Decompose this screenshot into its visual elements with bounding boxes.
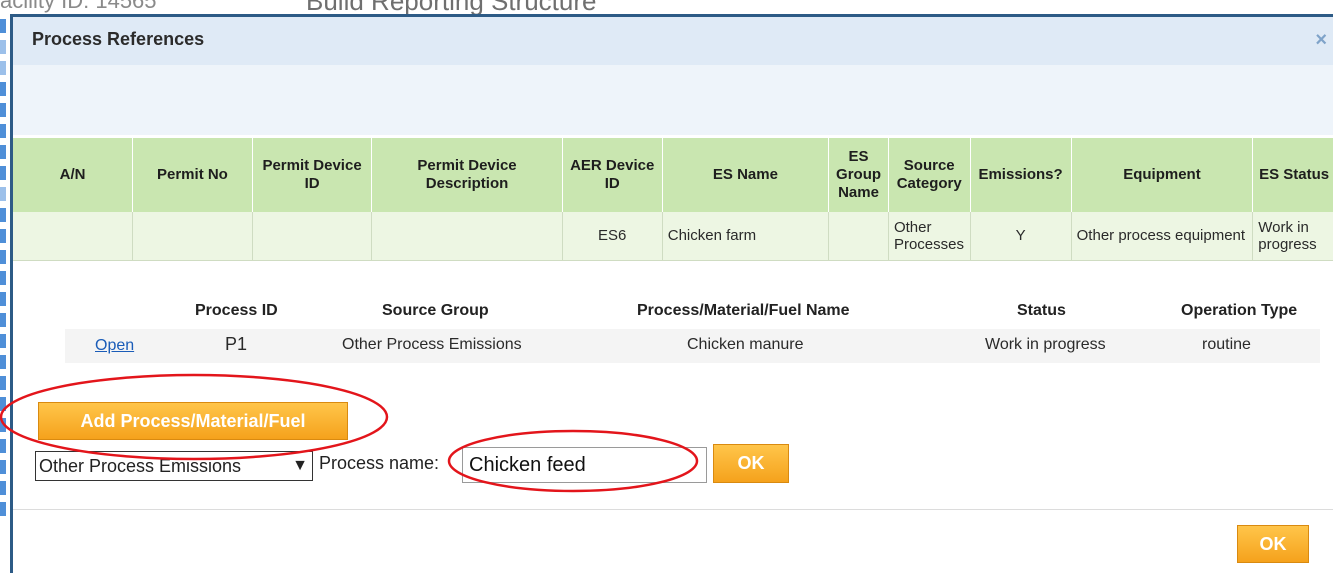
table-cell: ES6 <box>562 212 663 261</box>
process-status: Work in progress <box>985 336 1106 353</box>
column-header: Permit No <box>132 138 253 212</box>
column-header: Permit Device Description <box>371 138 563 212</box>
table-cell: Y <box>970 212 1072 261</box>
dialog-ok-button[interactable]: OK <box>1237 525 1309 563</box>
column-header: Process ID <box>195 302 278 319</box>
column-header: ES Name <box>662 138 830 212</box>
page-heading: Build Reporting Structure <box>306 0 596 14</box>
source-group: Other Process Emissions <box>342 336 522 353</box>
facility-id-text: acility ID: 14565 <box>0 0 157 13</box>
table-cell: Chicken farm <box>662 212 830 261</box>
process-name: Chicken manure <box>687 336 804 353</box>
column-header: Source Category <box>888 138 971 212</box>
column-header: ES Group Name <box>828 138 889 212</box>
column-header: Process/Material/Fuel Name <box>637 302 850 319</box>
chevron-down-icon: ▼ <box>292 457 308 474</box>
column-header: Operation Type <box>1181 302 1298 319</box>
process-id: P1 <box>225 334 248 354</box>
operation-type: routine <box>1202 336 1251 353</box>
column-header: A/N <box>13 138 134 212</box>
footer-divider <box>13 509 1333 510</box>
source-group-select[interactable]: Other Process Emissions ▼ <box>35 451 313 481</box>
table-row: ES6 Chicken farm Other Processes Y Other… <box>13 212 1333 261</box>
add-process-button[interactable]: Add Process/Material/Fuel <box>38 402 348 440</box>
column-header: Permit Device ID <box>252 138 373 212</box>
table-cell <box>371 212 563 261</box>
source-group-selected: Other Process Emissions <box>39 456 242 476</box>
background-header: acility ID: 14565 Build Reporting Struct… <box>0 0 1333 14</box>
dialog-titlebar: Process References × <box>13 17 1333 65</box>
emission-source-table: A/N Permit No Permit Device ID Permit De… <box>13 138 1333 261</box>
column-header: Source Group <box>382 302 489 319</box>
close-icon[interactable]: × <box>1315 29 1327 52</box>
process-references-dialog: Process References × A/N Permit No Permi… <box>10 14 1333 573</box>
open-link[interactable]: Open <box>95 337 134 355</box>
table-cell <box>252 212 373 261</box>
column-header: Emissions? <box>970 138 1072 212</box>
column-header: Status <box>1017 302 1066 319</box>
background-sidebar-strip <box>0 14 10 573</box>
dialog-toolbar-area <box>13 65 1333 135</box>
table-header-row: A/N Permit No Permit Device ID Permit De… <box>13 138 1333 212</box>
column-header: AER Device ID <box>562 138 663 212</box>
table-cell: Other process equipment <box>1071 212 1254 261</box>
column-header: Equipment <box>1071 138 1254 212</box>
process-name-label: Process name: <box>319 453 440 473</box>
add-ok-button[interactable]: OK <box>713 444 789 483</box>
table-cell <box>828 212 889 261</box>
table-cell: Work in progress <box>1252 212 1333 261</box>
dialog-title: Process References <box>32 29 205 49</box>
column-header: ES Status <box>1252 138 1333 212</box>
process-table-header: Process ID Source Group Process/Material… <box>13 302 1333 324</box>
table-row: Open P1 Other Process Emissions Chicken … <box>65 329 1320 363</box>
screen: acility ID: 14565 Build Reporting Struct… <box>0 0 1333 573</box>
process-name-input[interactable]: Chicken feed <box>462 447 707 483</box>
table-cell: Other Processes <box>888 212 971 261</box>
table-cell <box>132 212 253 261</box>
table-cell <box>13 212 134 261</box>
